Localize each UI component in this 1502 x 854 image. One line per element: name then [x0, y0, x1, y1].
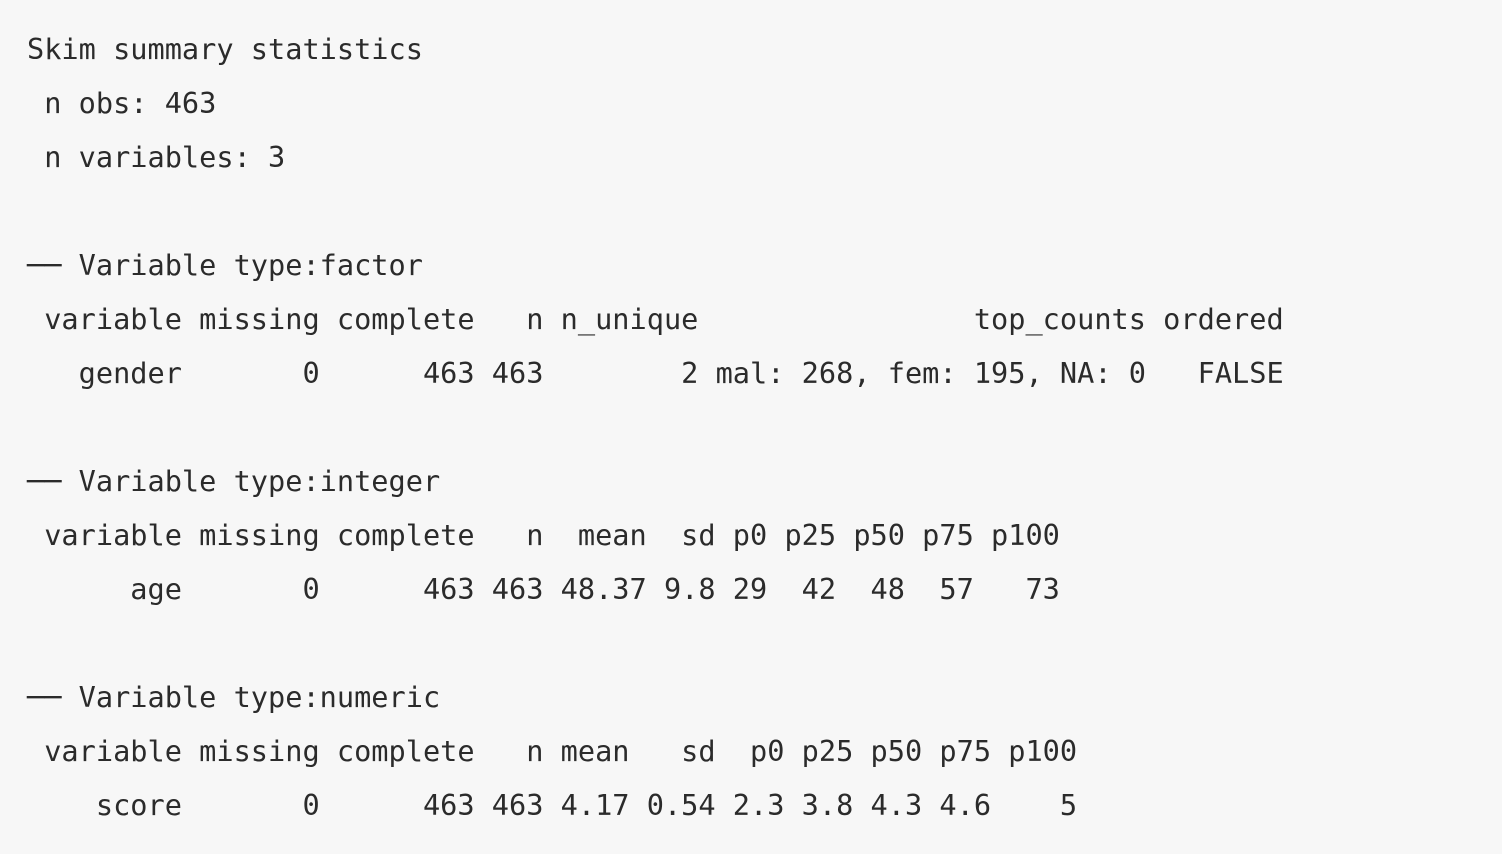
numeric-section-header: ── Variable type:numeric: [27, 680, 441, 714]
blank-line: [27, 184, 1487, 238]
integer-table-header: variable missing complete n mean sd p0 p…: [27, 518, 1060, 552]
numeric-table-header: variable missing complete n mean sd p0 p…: [27, 734, 1078, 768]
integer-table-row: age 0 463 463 48.37 9.8 29 42 48 57 73: [27, 572, 1060, 606]
console-output: Skim summary statistics n obs: 463 n var…: [27, 22, 1487, 832]
n-obs-line: n obs: 463: [27, 86, 217, 120]
factor-section-header: ── Variable type:factor: [27, 248, 423, 282]
blank-line: [27, 400, 1487, 454]
n-variables-line: n variables: 3: [27, 140, 286, 174]
factor-table-row: gender 0 463 463 2 mal: 268, fem: 195, N…: [27, 356, 1284, 390]
summary-title: Skim summary statistics: [27, 32, 423, 66]
blank-line: [27, 616, 1487, 670]
integer-section-header: ── Variable type:integer: [27, 464, 441, 498]
factor-table-header: variable missing complete n n_unique top…: [27, 302, 1284, 336]
numeric-table-row: score 0 463 463 4.17 0.54 2.3 3.8 4.3 4.…: [27, 788, 1078, 822]
